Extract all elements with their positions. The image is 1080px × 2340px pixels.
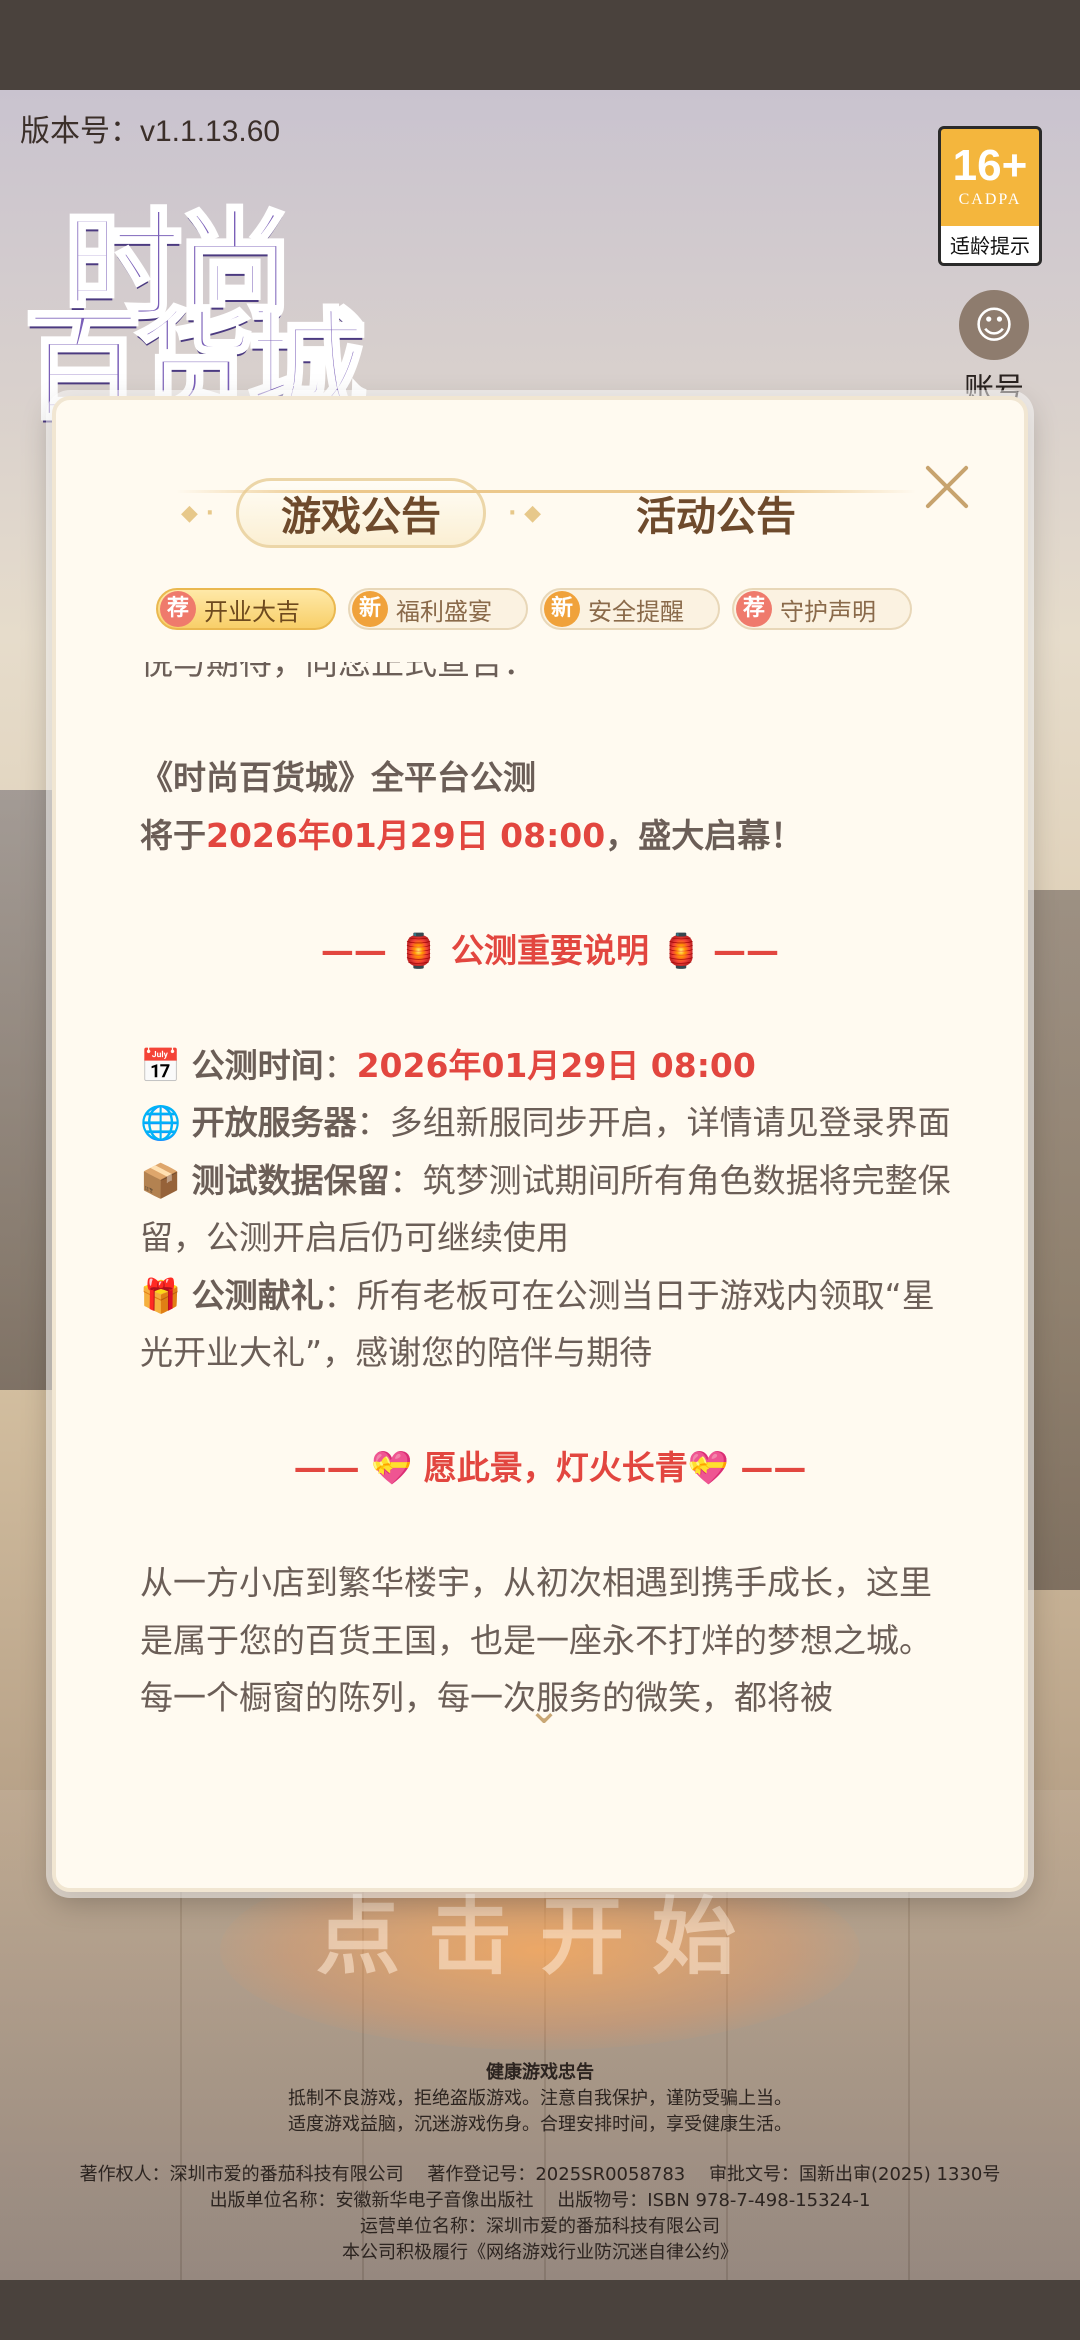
- item-label: 开放服务器: [191, 1103, 357, 1142]
- subtab-welfare-feast[interactable]: 新 福利盛宴: [348, 588, 528, 630]
- status-bar-area: [0, 0, 1080, 90]
- publisher-credits: 著作权人：深圳市爱的番茄科技有限公司 著作登记号：2025SR0058783 审…: [0, 2162, 1080, 2266]
- item-label: 公测时间: [191, 1045, 324, 1085]
- credits-line-1: 著作权人：深圳市爱的番茄科技有限公司 著作登记号：2025SR0058783 审…: [79, 2164, 1001, 2185]
- item-sep: ：: [356, 1103, 390, 1142]
- age-rating-badge[interactable]: 16+ CADPA 适龄提示: [938, 126, 1042, 266]
- section-heading-notes: —— 🏮 公测重要说明 🏮 ——: [320, 930, 780, 970]
- credits-line-4: 本公司积极履行《网络游戏行业防沉迷自律公约》: [342, 2242, 738, 2263]
- age-rating-org: CADPA: [958, 191, 1022, 208]
- package-icon: 📦: [140, 1160, 182, 1200]
- age-rating-number: 16+: [952, 141, 1028, 190]
- credits-line-3: 运营单位名称：深圳市爱的番茄科技有限公司: [360, 2216, 720, 2237]
- item-open-servers: 🌐 开放服务器：多组新服同步开启，详情请见登录界面: [140, 1094, 960, 1152]
- subtab-label: 开业大吉: [204, 597, 300, 626]
- new-badge: 新: [544, 591, 580, 627]
- new-badge: 新: [352, 591, 388, 627]
- globe-icon: 🌐: [140, 1103, 182, 1142]
- item-value: 多组新服同步开启，详情请见登录界面: [389, 1103, 951, 1142]
- announce-date-line: 将于2026年01月29日 08:00，盛大启幕！: [140, 807, 960, 865]
- item-label: 公测献礼: [191, 1275, 324, 1315]
- version-label: 版本号：v1.1.13.60: [20, 115, 281, 148]
- health-line-1: 抵制不良游戏，拒绝盗版游戏。注意自我保护，谨防受骗上当。: [288, 2088, 792, 2109]
- tab-game-announcement[interactable]: 游戏公告: [181, 478, 541, 548]
- item-sep: ：: [389, 1160, 423, 1200]
- item-value: 2026年01月29日 08:00: [356, 1045, 756, 1085]
- item-label: 测试数据保留: [191, 1160, 390, 1200]
- tab-divider: [176, 490, 916, 493]
- user-avatar-icon: ☺: [959, 290, 1029, 360]
- game-logo: 时尚 百货城: [22, 170, 384, 437]
- recommend-badge: 荐: [160, 591, 196, 627]
- health-line-2: 适度游戏益脑，沉迷游戏伤身。合理安排时间，享受健康生活。: [288, 2114, 792, 2135]
- chevron-down-icon[interactable]: ⌄: [524, 1690, 564, 1730]
- gift-icon: 🎁: [140, 1275, 182, 1315]
- subtab-label: 安全提醒: [588, 597, 684, 626]
- announce-prefix: 将于: [140, 815, 206, 855]
- subtab-guardian-statement[interactable]: 荐 守护声明: [732, 588, 912, 630]
- subtab-label: 福利盛宴: [396, 597, 492, 626]
- recommend-badge: 荐: [736, 591, 772, 627]
- item-data-retention: 📦 测试数据保留：筑梦测试期间所有角色数据将完整保留，公测开启后仍可继续使用: [140, 1152, 960, 1267]
- announce-date: 2026年01月29日 08:00: [206, 815, 606, 855]
- health-advisory: 健康游戏忠告 抵制不良游戏，拒绝盗版游戏。注意自我保护，谨防受骗上当。 适度游戏…: [0, 2060, 1080, 2138]
- navigation-bar-area: [0, 2280, 1080, 2340]
- tab-event-announcement[interactable]: 活动公告: [576, 478, 856, 548]
- calendar-icon: 📅: [140, 1045, 182, 1085]
- age-rating-tip: 适龄提示: [941, 226, 1039, 263]
- item-launch-gift: 🎁 公测献礼：所有老板可在公测当日于游戏内领取“星光开业大礼”，感谢您的陪伴与期…: [140, 1267, 960, 1382]
- subtab-safety-reminder[interactable]: 新 安全提醒: [540, 588, 720, 630]
- section-heading-wish: —— 💝 愿此景，灯火长青💝 ——: [293, 1448, 807, 1487]
- item-sep: ：: [323, 1045, 357, 1085]
- subtab-label: 守护声明: [780, 597, 876, 626]
- announce-title: 《时尚百货城》全平台公测: [140, 758, 536, 797]
- announcement-subtabs: 荐 开业大吉 新 福利盛宴 新 安全提醒 荐 守护声明: [156, 588, 976, 638]
- item-launch-time: 📅 公测时间：2026年01月29日 08:00: [140, 1037, 960, 1095]
- content-cut-line: 悦与期待，向您正式宣告：: [140, 662, 536, 682]
- health-title: 健康游戏忠告: [486, 2062, 594, 2083]
- item-sep: ：: [323, 1275, 357, 1315]
- subtab-grand-opening[interactable]: 荐 开业大吉: [156, 588, 336, 630]
- credits-line-2: 出版单位名称：安徽新华电子音像出版社 出版物号：ISBN 978-7-498-1…: [209, 2190, 871, 2211]
- announce-suffix: ，盛大启幕！: [605, 815, 804, 855]
- account-button[interactable]: ☺ 账号: [950, 290, 1038, 408]
- announcement-modal: 游戏公告 活动公告 荐 开业大吉 新 福利盛宴 新 安全提醒 荐 守护声明 悦与…: [52, 396, 1028, 1892]
